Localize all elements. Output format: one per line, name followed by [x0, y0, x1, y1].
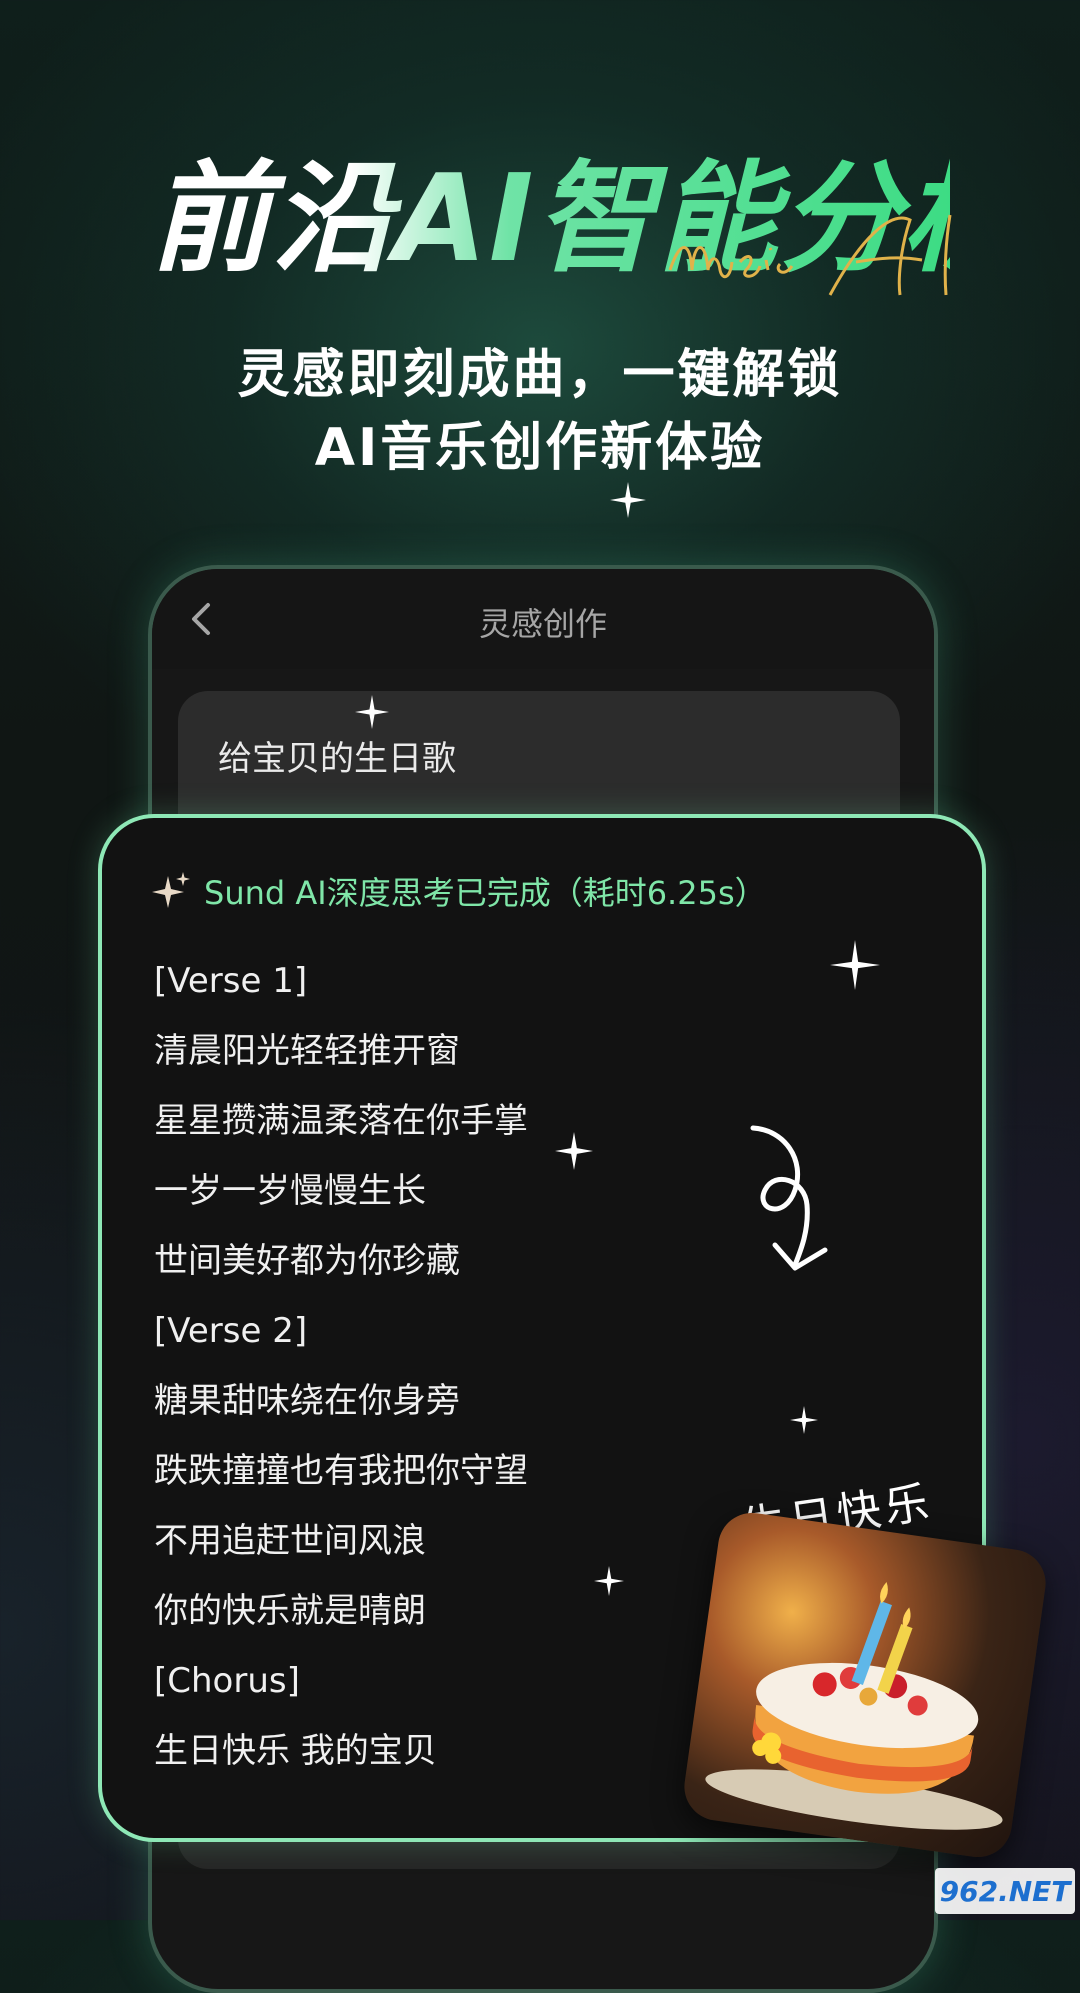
lyric-line: 生日快乐 我的宝贝 — [154, 1731, 437, 1771]
music-ai-signature — [668, 214, 952, 296]
sparkle-icon — [594, 1566, 624, 1596]
curly-arrow-icon — [750, 1125, 828, 1271]
sparkle-icon — [555, 1132, 593, 1170]
sparkle-icon — [152, 872, 190, 908]
lyric-line: 跌跌撞撞也有我把你守望 — [154, 1451, 528, 1491]
hero-subtitle-line2: AI音乐创作新体验 — [314, 418, 766, 478]
sparkle-icon — [355, 695, 389, 729]
lyric-line: [Chorus] — [154, 1661, 300, 1701]
sparkle-icon — [830, 940, 880, 990]
site-watermark: 962.NET — [935, 1868, 1075, 1914]
nav-title: 灵感创作 — [478, 605, 607, 643]
prompt-text: 给宝贝的生日歌 — [218, 739, 456, 779]
nav-bar: 灵感创作 — [152, 569, 934, 669]
lyric-line: 世间美好都为你珍藏 — [154, 1241, 460, 1281]
lyric-line: 糖果甜味绕在你身旁 — [154, 1381, 460, 1421]
birthday-cake-image — [680, 1508, 1050, 1862]
hero-subtitle-line1: 灵感即刻成曲，一键解锁 — [237, 345, 843, 405]
lyric-line: 你的快乐就是晴朗 — [154, 1591, 426, 1631]
lyric-line: 清晨阳光轻轻推开窗 — [154, 1031, 460, 1071]
lyric-line: [Verse 1] — [154, 961, 308, 1001]
lyrics-list: [Verse 1] 清晨阳光轻轻推开窗 星星攒满温柔落在你手掌 一岁一岁慢慢生长… — [154, 946, 714, 1786]
status-row: Sund AI深度思考已完成（耗时6.25s） — [150, 866, 767, 916]
lyric-line: 不用追赶世间风浪 — [154, 1521, 426, 1561]
lyric-line: 星星攒满温柔落在你手掌 — [154, 1101, 528, 1141]
sparkle-icon — [790, 1406, 818, 1434]
lyric-line: [Verse 2] — [154, 1311, 308, 1351]
status-text: Sund AI深度思考已完成（耗时6.25s） — [204, 874, 767, 912]
lyric-line: 一岁一岁慢慢生长 — [154, 1171, 426, 1211]
sparkle-icon — [610, 482, 646, 518]
